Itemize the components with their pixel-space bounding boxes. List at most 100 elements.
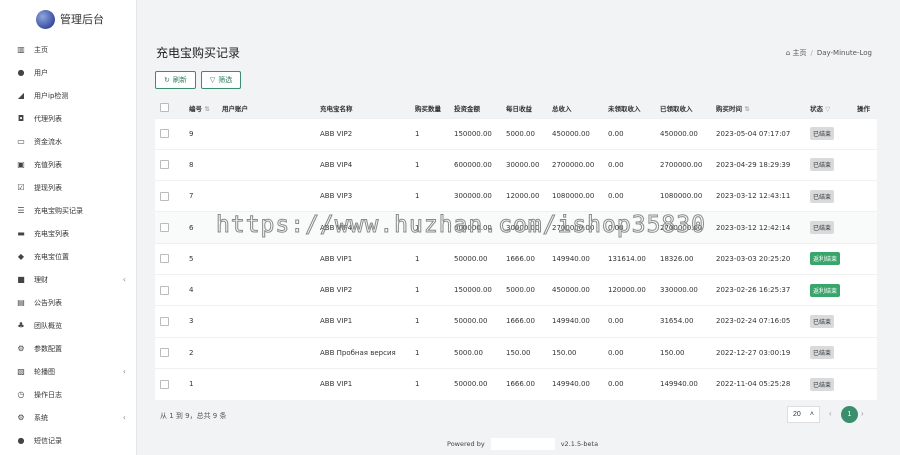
list-icon: ☰ bbox=[17, 206, 25, 215]
row-checkbox[interactable] bbox=[160, 316, 169, 326]
cell-invest: 150000.00 bbox=[454, 286, 492, 295]
team-icon: ♣ bbox=[17, 321, 25, 330]
recharge-icon: ▣ bbox=[17, 160, 25, 169]
cell-invest: 50000.00 bbox=[454, 254, 488, 263]
settings-icon: ⚙ bbox=[17, 344, 25, 353]
sidebar-item[interactable]: ▧ 轮播图 ‹ bbox=[0, 360, 136, 383]
cell-account bbox=[217, 118, 315, 149]
next-page-icon[interactable]: › bbox=[861, 409, 864, 418]
sidebar-item[interactable]: ☰ 充电宝购买记录 bbox=[0, 199, 136, 222]
cell-daily: 150.00 bbox=[506, 348, 531, 357]
prev-page-icon[interactable]: ‹ bbox=[829, 409, 832, 418]
row-checkbox[interactable] bbox=[160, 254, 169, 264]
table-row: 9 ABB VIP2 1 150000.00 5000.00 450000.00 0.00 4… bbox=[155, 118, 877, 150]
cell-total: 150.00 bbox=[552, 348, 577, 357]
col-id[interactable]: 编号 ⇅ bbox=[184, 98, 217, 118]
breadcrumb-current: Day-Minute-Log bbox=[816, 49, 872, 57]
sidebar-item-label: 系统 bbox=[34, 413, 48, 422]
filter-icon[interactable]: ▽ bbox=[825, 105, 830, 113]
chevron-left-icon[interactable]: ‹ bbox=[123, 275, 126, 284]
row-checkbox[interactable] bbox=[160, 285, 169, 295]
sidebar-item-label: 轮播图 bbox=[34, 367, 55, 376]
row-checkbox[interactable] bbox=[160, 223, 169, 233]
col-time[interactable]: 购买时间 ⇅ bbox=[711, 98, 805, 118]
sidebar-item[interactable]: ● 短信记录 bbox=[0, 429, 136, 452]
location-icon: ◆ bbox=[17, 252, 25, 261]
status-badge: 已结束 bbox=[810, 189, 835, 203]
cell-invest: 50000.00 bbox=[454, 317, 488, 326]
status-badge: 返利结束 bbox=[810, 283, 841, 297]
cell-name: ABB Пробная версия bbox=[320, 348, 396, 357]
cell-id: 5 bbox=[189, 254, 194, 263]
brand[interactable]: 管理后台 bbox=[0, 0, 136, 38]
cell-daily: 5000.00 bbox=[506, 129, 535, 138]
row-checkbox[interactable] bbox=[160, 348, 169, 358]
cell-time: 2023-02-26 16:25:37 bbox=[716, 286, 791, 295]
cell-time: 2023-04-29 18:29:39 bbox=[716, 160, 791, 169]
sidebar-item[interactable]: ▣ 充值列表 bbox=[0, 153, 136, 176]
sidebar-item[interactable]: ▭ 资金流水 bbox=[0, 130, 136, 153]
cell-qty: 1 bbox=[415, 380, 420, 389]
cell-actions bbox=[852, 337, 877, 368]
sidebar-item[interactable]: ▬ 充电宝列表 bbox=[0, 222, 136, 245]
cell-name: ABB VIP1 bbox=[320, 317, 353, 326]
page-size-select[interactable]: 20 ˄ bbox=[787, 406, 820, 423]
cell-claimed: 330000.00 bbox=[660, 286, 698, 295]
sidebar-item[interactable]: ▥ 主页 bbox=[0, 38, 136, 61]
sort-icon[interactable]: ⇅ bbox=[204, 105, 209, 113]
cell-qty: 1 bbox=[415, 160, 420, 169]
row-checkbox[interactable] bbox=[160, 160, 169, 170]
col-status[interactable]: 状态 ▽ bbox=[805, 98, 852, 118]
cell-total: 149940.00 bbox=[552, 380, 590, 389]
sidebar-item[interactable]: ▤ 公告列表 bbox=[0, 291, 136, 314]
cell-account bbox=[217, 243, 315, 274]
breadcrumb-home[interactable]: 主页 bbox=[792, 49, 806, 57]
row-select-cell bbox=[155, 212, 184, 243]
col-qty: 购买数量 bbox=[415, 104, 441, 113]
current-page-button[interactable]: 1 bbox=[841, 406, 858, 423]
row-select-cell bbox=[155, 118, 184, 149]
home-icon[interactable]: ⌂ bbox=[786, 49, 790, 57]
sidebar-item[interactable]: ◆ 充电宝位置 bbox=[0, 245, 136, 268]
chevron-left-icon[interactable]: ‹ bbox=[123, 367, 126, 376]
sidebar-item-label: 资金流水 bbox=[34, 137, 62, 146]
col-unclaimed: 未领取收入 bbox=[608, 104, 641, 113]
sidebar-item-label: 主页 bbox=[34, 45, 48, 54]
sidebar-item-label: 充电宝位置 bbox=[34, 252, 69, 261]
sidebar-item[interactable]: ⚙ 参数配置 bbox=[0, 337, 136, 360]
cell-invest: 300000.00 bbox=[454, 192, 492, 201]
cell-total: 1080000.00 bbox=[552, 192, 595, 201]
sidebar-item[interactable]: ◘ 代理列表 bbox=[0, 107, 136, 130]
cell-account bbox=[217, 368, 315, 399]
row-checkbox[interactable] bbox=[160, 191, 169, 201]
cell-unclaimed: 0.00 bbox=[608, 223, 624, 232]
select-all-checkbox[interactable] bbox=[160, 103, 169, 113]
filter-button[interactable]: ▽ 筛选 bbox=[200, 71, 242, 89]
row-checkbox[interactable] bbox=[160, 129, 169, 139]
sidebar-item[interactable]: ◷ 操作日志 bbox=[0, 383, 136, 406]
cell-time: 2023-02-24 07:16:05 bbox=[716, 317, 791, 326]
sort-icon[interactable]: ⇅ bbox=[744, 105, 749, 113]
cell-actions bbox=[852, 212, 877, 243]
row-checkbox[interactable] bbox=[160, 379, 169, 389]
status-badge: 已结束 bbox=[810, 377, 835, 391]
cell-qty: 1 bbox=[415, 348, 420, 357]
cell-unclaimed: 0.00 bbox=[608, 192, 624, 201]
sidebar-item[interactable]: ⚙ 系统 ‹ bbox=[0, 406, 136, 429]
cell-status: 已结束 bbox=[805, 149, 852, 180]
status-badge: 已结束 bbox=[810, 314, 835, 328]
cell-qty: 1 bbox=[415, 286, 420, 295]
line-chart-icon: ◢ bbox=[17, 91, 25, 100]
chevron-left-icon[interactable]: ‹ bbox=[123, 413, 126, 422]
cell-id: 4 bbox=[189, 286, 194, 295]
sidebar-item[interactable]: ● 用户 bbox=[0, 61, 136, 84]
cell-status: 已结束 bbox=[805, 368, 852, 399]
cell-name: ABB VIP1 bbox=[320, 380, 353, 389]
refresh-button[interactable]: ↻ 刷新 bbox=[155, 71, 196, 89]
sidebar-item[interactable]: ◢ 用户ip检测 bbox=[0, 84, 136, 107]
sidebar-item[interactable]: ♣ 团队概览 bbox=[0, 314, 136, 337]
status-badge: 已结束 bbox=[810, 221, 835, 235]
sidebar-item[interactable]: ☑ 提现列表 bbox=[0, 176, 136, 199]
sidebar-item[interactable]: ■ 理财 ‹ bbox=[0, 268, 136, 291]
chevron-up-icon: ˄ bbox=[809, 411, 814, 418]
